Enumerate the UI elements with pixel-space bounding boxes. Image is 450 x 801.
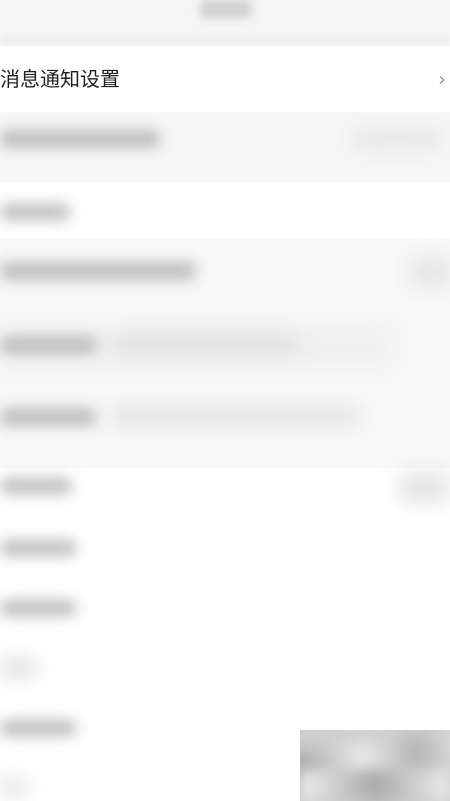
obscured-setting-row[interactable] xyxy=(0,120,450,160)
obscured-setting-row[interactable] xyxy=(0,654,450,684)
obscured-toggle xyxy=(400,472,450,502)
obscured-text xyxy=(0,478,72,494)
obscured-text xyxy=(0,660,36,676)
top-obscured-area xyxy=(0,0,450,46)
obscured-text xyxy=(110,338,300,350)
obscured-text xyxy=(0,204,70,220)
obscured-text xyxy=(0,130,160,148)
obscured-setting-row[interactable] xyxy=(0,392,450,442)
divider xyxy=(0,36,450,44)
obscured-setting-row[interactable] xyxy=(0,472,450,502)
notification-settings-label: 消息通知设置 xyxy=(0,67,120,91)
obscured-setting-row[interactable] xyxy=(0,534,450,564)
chevron-right-icon: › xyxy=(438,67,446,91)
obscured-thumbnail-image xyxy=(300,730,450,801)
obscured-text xyxy=(352,130,442,148)
obscured-text xyxy=(0,336,96,354)
obscured-setting-row[interactable] xyxy=(0,594,450,624)
notification-settings-row[interactable]: 消息通知设置 › xyxy=(0,46,450,113)
obscured-text xyxy=(0,780,28,794)
obscured-text xyxy=(110,410,360,422)
obscured-text xyxy=(0,720,76,736)
settings-page: 消息通知设置 › xyxy=(0,0,450,801)
obscured-handle xyxy=(200,0,252,18)
obscured-setting-row[interactable] xyxy=(0,252,450,292)
obscured-toggle xyxy=(410,258,450,286)
obscured-text xyxy=(0,408,96,426)
obscured-text xyxy=(0,600,76,616)
obscured-setting-row[interactable] xyxy=(0,198,450,228)
obscured-text xyxy=(0,540,76,556)
obscured-setting-row[interactable] xyxy=(0,320,450,370)
obscured-text xyxy=(0,262,196,280)
